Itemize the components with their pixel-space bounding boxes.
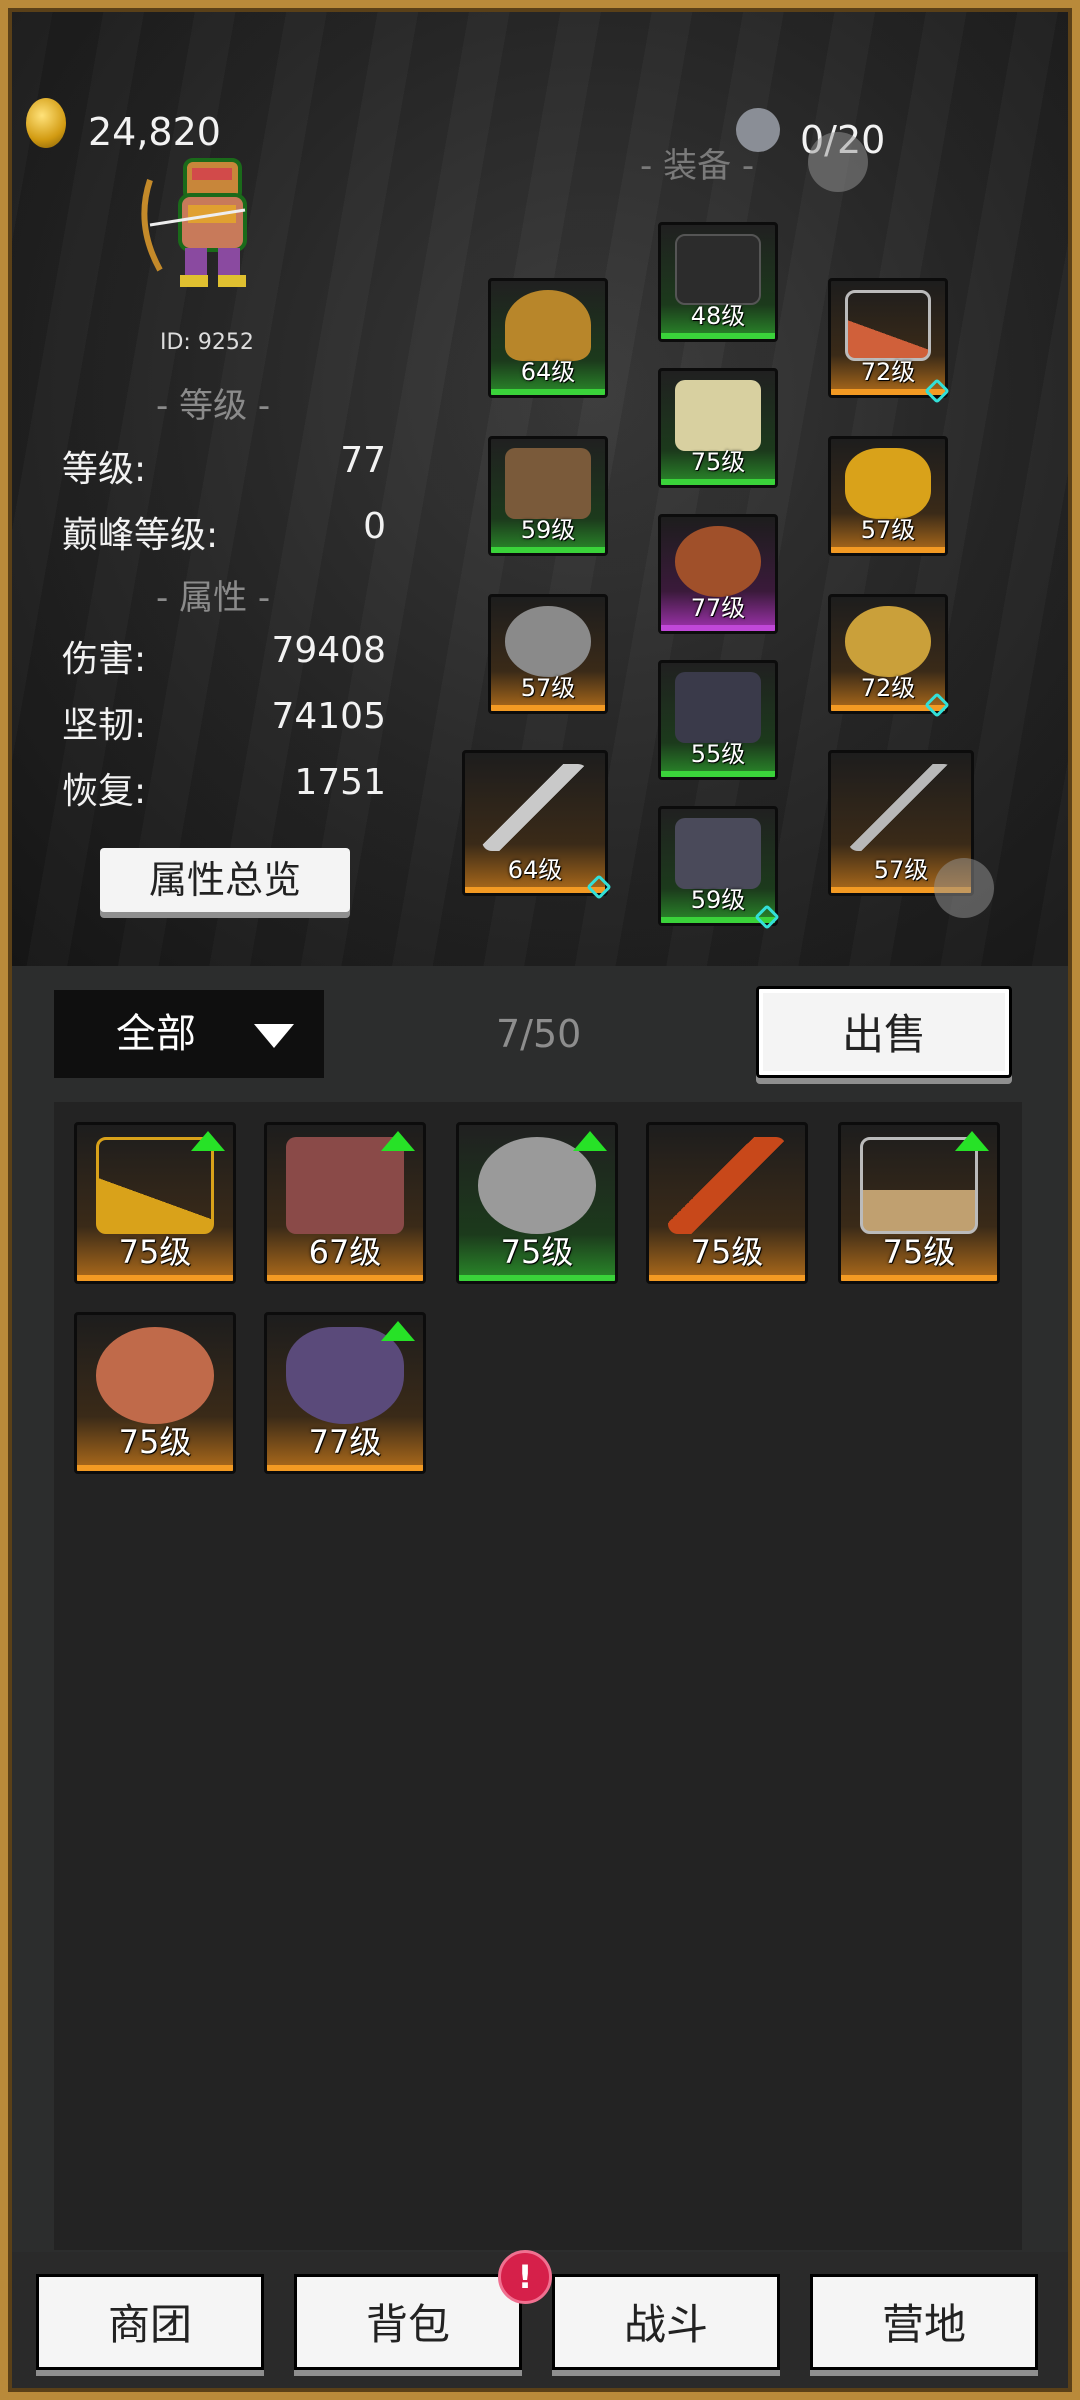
necklace-icon <box>844 290 932 361</box>
item-level: 59级 <box>690 886 746 914</box>
notification-badge: ! <box>498 2250 552 2304</box>
item-level: 75级 <box>118 1233 192 1271</box>
bracelet-icon <box>844 448 932 519</box>
nav-caravan-button[interactable]: 商团 <box>36 2274 264 2370</box>
equip-slot-pants[interactable]: 55级 <box>658 660 778 780</box>
ring-icon <box>504 606 592 677</box>
equip-slot-armor[interactable]: 75级 <box>658 368 778 488</box>
item-level: 75级 <box>118 1423 192 1461</box>
stat-value: 79408 <box>271 630 386 671</box>
item-level: 67级 <box>308 1233 382 1271</box>
item-level: 72级 <box>860 358 916 386</box>
gold-coin-icon <box>26 98 66 148</box>
attr-section-title: - 属性 - <box>156 578 271 618</box>
inventory-item-iron-gauntlet[interactable]: 75级 <box>456 1122 618 1284</box>
item-level: 57级 <box>520 674 576 702</box>
hood-icon <box>674 234 762 305</box>
inventory-item-fire-halberd[interactable]: 75级 <box>646 1122 808 1284</box>
stat-label: 等级: <box>62 449 147 490</box>
player-id: ID: 9252 <box>160 330 254 355</box>
inventory-item-leather-boots[interactable]: 67级 <box>264 1122 426 1284</box>
boots-icon <box>674 818 762 889</box>
dropdown-arrow-icon <box>254 1024 294 1048</box>
nav-camp-button[interactable]: 营地 <box>810 2274 1038 2370</box>
gold-amount: 24,820 <box>88 110 221 154</box>
item-level: 75级 <box>690 448 746 476</box>
sword-icon <box>481 764 589 851</box>
item-level: 77级 <box>308 1423 382 1461</box>
equip-slot-ring-right[interactable]: 72级 <box>828 594 948 714</box>
attribute-overview-button[interactable]: 属性总览 <box>100 848 350 912</box>
item-level: 64级 <box>507 856 563 884</box>
equipment-title: - 装备 - <box>640 146 755 186</box>
upgrade-arrow-icon <box>955 1131 989 1151</box>
pendant-icon <box>859 1137 979 1235</box>
stat-value: 77 <box>340 440 386 481</box>
equip-slot-helmet[interactable]: 64级 <box>488 278 608 398</box>
upgrade-arrow-icon <box>573 1131 607 1151</box>
inventory-item-gold-amulet[interactable]: 75级 <box>74 1122 236 1284</box>
category-filter-dropdown[interactable]: 全部 <box>54 990 324 1078</box>
upgrade-arrow-icon <box>381 1131 415 1151</box>
inventory-item-shield-pendant[interactable]: 75级 <box>838 1122 1000 1284</box>
ring-icon <box>844 606 932 677</box>
upgrade-arrow-icon <box>381 1321 415 1341</box>
item-level: 75级 <box>690 1233 764 1271</box>
item-level: 59级 <box>520 516 576 544</box>
level-section-title: - 等级 - <box>156 386 271 426</box>
equip-slot-main-weapon[interactable]: 64级 <box>462 750 608 896</box>
equip-slot-belt[interactable]: 77级 <box>658 514 778 634</box>
equip-slot-gloves[interactable]: 59级 <box>488 436 608 556</box>
archer-hero-icon[interactable] <box>130 150 300 300</box>
inventory-item-copper-ring[interactable]: 75级 <box>74 1312 236 1474</box>
gauntlet-icon <box>477 1137 597 1235</box>
pants-icon <box>674 672 762 743</box>
armor-icon <box>674 380 762 451</box>
equip-slot-necklace[interactable]: 72级 <box>828 278 948 398</box>
item-level: 48级 <box>690 302 746 330</box>
stat-label: 恢复: <box>62 771 147 812</box>
inventory-count: 7/50 <box>496 1012 582 1056</box>
helmet-icon <box>504 290 592 361</box>
scroll-handle-top[interactable] <box>808 132 868 192</box>
stat-row-peak-level: 巅峰等级: 0 <box>62 506 386 556</box>
stat-row-level: 等级: 77 <box>62 440 386 490</box>
sword-icon <box>847 764 955 851</box>
stat-label: 伤害: <box>62 639 147 680</box>
item-level: 72级 <box>860 674 916 702</box>
inventory-item-purple-mask[interactable]: 77级 <box>264 1312 426 1474</box>
stat-row-toughness: 坚韧: 74105 <box>62 696 386 746</box>
boots-icon <box>285 1137 405 1235</box>
equip-slot-ring-left[interactable]: 57级 <box>488 594 608 714</box>
stat-row-recovery: 恢复: 1751 <box>62 762 386 812</box>
scroll-handle-bottom[interactable] <box>934 858 994 918</box>
mask-icon <box>285 1327 405 1425</box>
upgrade-arrow-icon <box>191 1131 225 1151</box>
equip-slot-boots[interactable]: 59级 <box>658 806 778 926</box>
stat-row-damage: 伤害: 79408 <box>62 630 386 680</box>
item-level: 75级 <box>500 1233 574 1271</box>
item-level: 64级 <box>520 358 576 386</box>
nav-backpack-button[interactable]: 背包 <box>294 2274 522 2370</box>
sell-button[interactable]: 出售 <box>756 986 1012 1078</box>
filter-label: 全部 <box>116 1011 196 1057</box>
equip-slot-bracelet[interactable]: 57级 <box>828 436 948 556</box>
stat-label: 巅峰等级: <box>62 515 219 556</box>
item-level: 57级 <box>860 516 916 544</box>
stat-label: 坚韧: <box>62 705 147 746</box>
amulet-icon <box>95 1137 215 1235</box>
nav-battle-button[interactable]: 战斗 <box>552 2274 780 2370</box>
stat-value: 1751 <box>294 762 386 803</box>
item-level: 77级 <box>690 594 746 622</box>
stat-value: 74105 <box>271 696 386 737</box>
gear-capacity-icon <box>736 108 780 152</box>
belt-icon <box>674 526 762 597</box>
item-level: 75级 <box>882 1233 956 1271</box>
gloves-icon <box>504 448 592 519</box>
equip-slot-hood[interactable]: 48级 <box>658 222 778 342</box>
stat-value: 0 <box>363 506 386 547</box>
halberd-icon <box>667 1137 787 1235</box>
ring-icon <box>95 1327 215 1425</box>
item-level: 55级 <box>690 740 746 768</box>
